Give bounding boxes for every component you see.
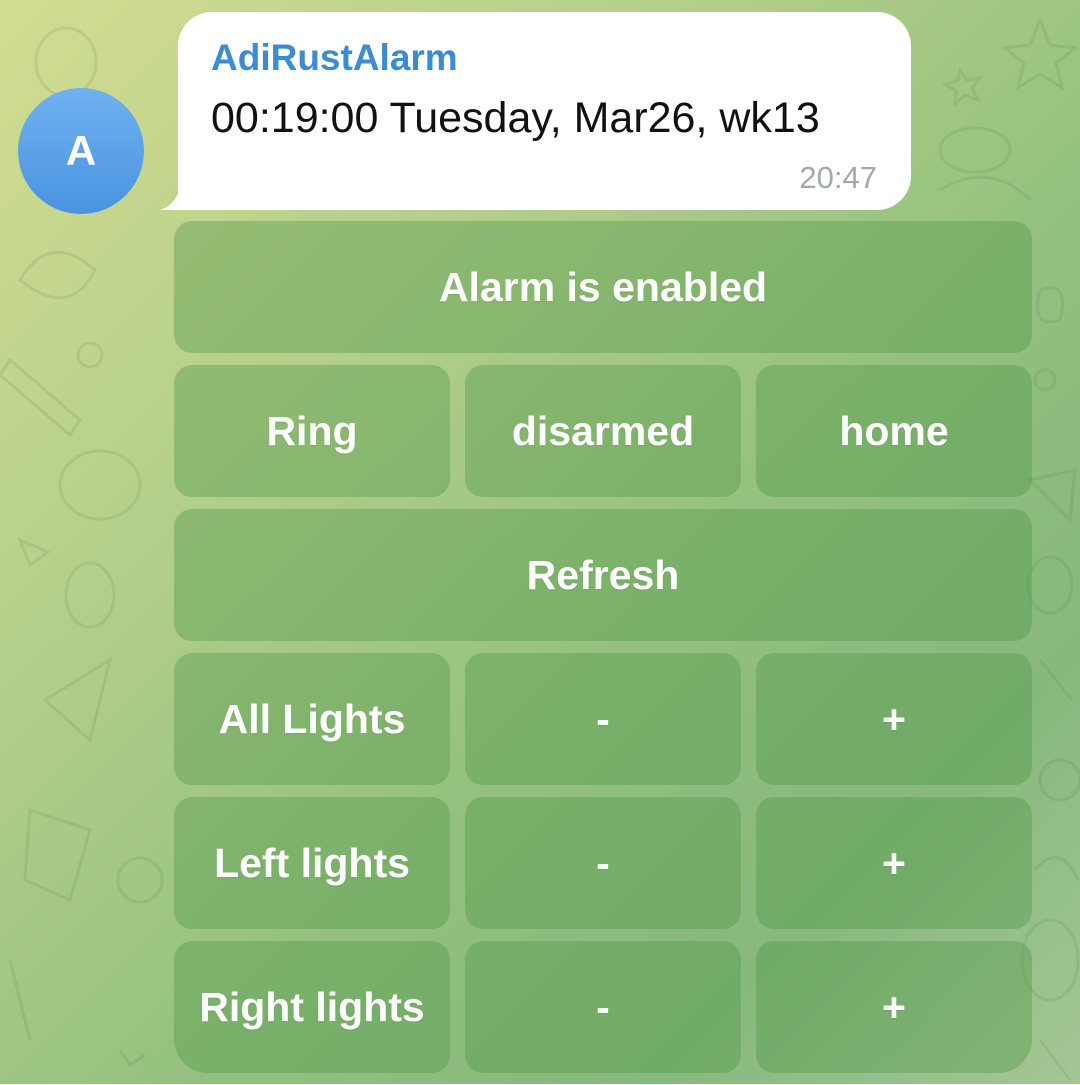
- right-lights-decrease-button[interactable]: -: [465, 941, 741, 1073]
- keyboard-row-refresh: Refresh: [174, 509, 1032, 641]
- message-time: 20:47: [799, 160, 877, 195]
- message-bubble: AdiRustAlarm 00:19:00 Tuesday, Mar26, wk…: [178, 12, 911, 210]
- keyboard-row-mode: Ring disarmed home: [174, 365, 1032, 497]
- home-button[interactable]: home: [756, 365, 1032, 497]
- ring-button[interactable]: Ring: [174, 365, 450, 497]
- keyboard-row-alarm-status: Alarm is enabled: [174, 221, 1032, 353]
- all-lights-button[interactable]: All Lights: [174, 653, 450, 785]
- sender-name[interactable]: AdiRustAlarm: [211, 38, 877, 78]
- message-text: 00:19:00 Tuesday, Mar26, wk13: [211, 94, 820, 142]
- right-lights-button[interactable]: Right lights: [174, 941, 450, 1073]
- left-lights-decrease-button[interactable]: -: [465, 797, 741, 929]
- keyboard-row-right-lights: Right lights - +: [174, 941, 1032, 1073]
- keyboard-row-all-lights: All Lights - +: [174, 653, 1032, 785]
- refresh-button[interactable]: Refresh: [174, 509, 1032, 641]
- alarm-enabled-button[interactable]: Alarm is enabled: [174, 221, 1032, 353]
- disarmed-button[interactable]: disarmed: [465, 365, 741, 497]
- inline-keyboard: Alarm is enabled Ring disarmed home Refr…: [174, 221, 1032, 1085]
- all-lights-decrease-button[interactable]: -: [465, 653, 741, 785]
- left-lights-increase-button[interactable]: +: [756, 797, 1032, 929]
- left-lights-button[interactable]: Left lights: [174, 797, 450, 929]
- avatar[interactable]: A: [18, 88, 144, 214]
- all-lights-increase-button[interactable]: +: [756, 653, 1032, 785]
- right-lights-increase-button[interactable]: +: [756, 941, 1032, 1073]
- keyboard-row-left-lights: Left lights - +: [174, 797, 1032, 929]
- avatar-initial: A: [65, 127, 97, 174]
